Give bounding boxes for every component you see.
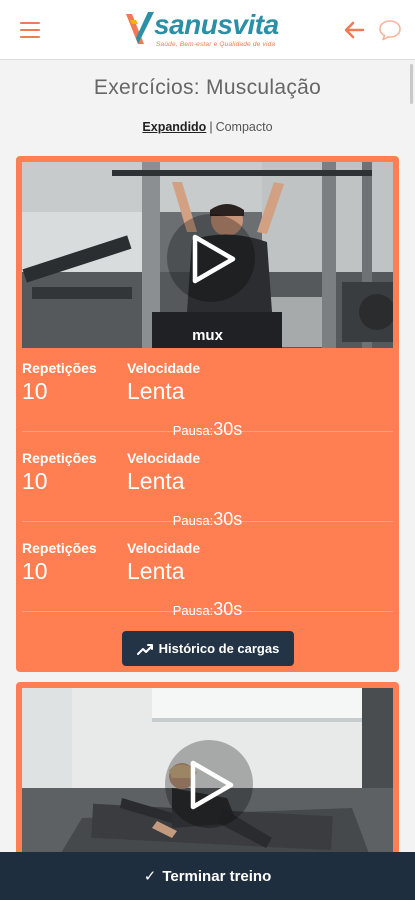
video-label: mux xyxy=(192,327,223,344)
menu-icon[interactable] xyxy=(20,22,40,38)
app-header: sanusvita Saúde, Bem-estar e Qualidade d… xyxy=(0,0,415,60)
speed-label: Velocidade xyxy=(127,450,201,466)
repetitions-value: 10 xyxy=(22,558,48,584)
view-compact-link[interactable]: Compacto xyxy=(216,120,273,134)
trending-up-icon xyxy=(136,643,153,655)
pause-info: Pausa:30s xyxy=(22,419,393,440)
finish-workout-label: Terminar treino xyxy=(162,867,272,885)
pause-label: Pausa: xyxy=(172,423,214,438)
pause-value: 30s xyxy=(213,509,243,529)
exercise-set: Repetições 10 Velocidade Lenta Pausa:30s xyxy=(22,539,393,629)
logo-tagline: Saúde, Bem-estar e Qualidade de vida xyxy=(156,41,276,48)
back-arrow-icon[interactable] xyxy=(343,20,365,40)
pause-info: Pausa:30s xyxy=(22,599,393,620)
pause-value: 30s xyxy=(213,419,243,439)
view-separator: | xyxy=(209,120,213,134)
check-icon: ✓ xyxy=(143,868,157,885)
logo-v-icon xyxy=(126,12,154,44)
logo: sanusvita Saúde, Bem-estar e Qualidade d… xyxy=(124,8,296,52)
page-title: Exercícios: Musculação xyxy=(93,76,322,99)
repetitions-label: Repetições xyxy=(22,450,97,466)
chat-icon[interactable] xyxy=(378,19,402,41)
speed-value: Lenta xyxy=(127,468,185,494)
play-icon xyxy=(190,760,234,810)
pause-value: 30s xyxy=(213,599,243,619)
exercise-card: mux Repetições 10 Velocidade Lenta Pausa… xyxy=(16,156,399,672)
pause-info: Pausa:30s xyxy=(22,509,393,530)
speed-label: Velocidade xyxy=(127,360,201,376)
repetitions-value: 10 xyxy=(22,378,48,404)
pause-label: Pausa: xyxy=(172,513,214,528)
repetitions-label: Repetições xyxy=(22,540,97,556)
speed-value: Lenta xyxy=(127,558,185,584)
finish-workout-button[interactable]: ✓ Terminar treino xyxy=(0,852,415,900)
speed-value: Lenta xyxy=(127,378,185,404)
load-history-label: Histórico de cargas xyxy=(158,641,280,656)
logo-text: sanusvita xyxy=(154,9,279,40)
play-button[interactable] xyxy=(165,740,253,828)
repetitions-label: Repetições xyxy=(22,360,97,376)
view-expanded-link[interactable]: Expandido xyxy=(142,120,206,134)
exercise-set: Repetições 10 Velocidade Lenta Pausa:30s xyxy=(22,359,393,449)
pause-label: Pausa: xyxy=(172,603,214,618)
view-mode-toggle: Expandido | Compacto xyxy=(0,120,415,134)
speed-label: Velocidade xyxy=(127,540,201,556)
exercise-video[interactable]: mux xyxy=(22,162,393,348)
exercise-set: Repetições 10 Velocidade Lenta Pausa:30s xyxy=(22,449,393,539)
play-icon xyxy=(192,234,236,284)
load-history-button[interactable]: Histórico de cargas xyxy=(122,631,294,666)
repetitions-value: 10 xyxy=(22,468,48,494)
play-button[interactable] xyxy=(167,214,255,302)
